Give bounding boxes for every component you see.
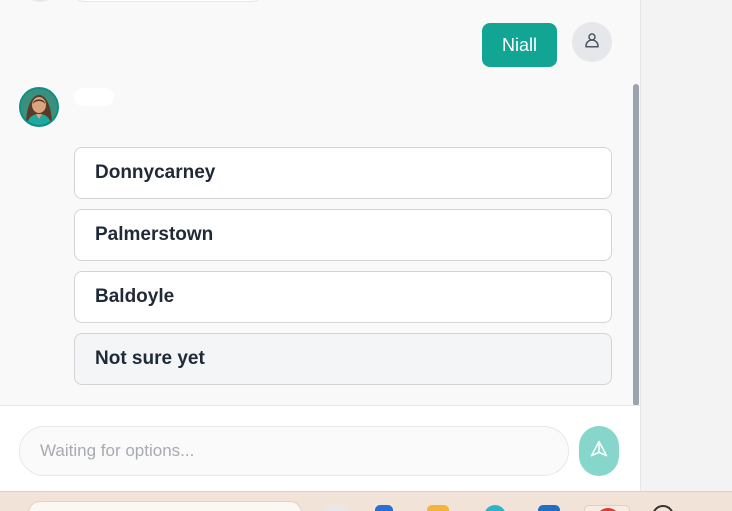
- option-label: Donnycarney: [95, 162, 216, 183]
- previous-message-avatar: [20, 0, 60, 2]
- option-button-donnycarney[interactable]: Donnycarney: [74, 147, 612, 199]
- right-gutter: [640, 0, 732, 491]
- option-button-baldoyle[interactable]: Baldoyle: [74, 271, 612, 323]
- assistant-avatar: [19, 87, 59, 127]
- send-button[interactable]: [579, 426, 619, 476]
- copilot-icon[interactable]: [652, 505, 674, 511]
- taskbar-search[interactable]: [28, 501, 302, 511]
- option-label: Not sure yet: [95, 348, 205, 369]
- send-icon: [589, 439, 609, 464]
- option-label: Baldoyle: [95, 286, 175, 307]
- user-avatar: [572, 22, 612, 62]
- person-icon: [583, 31, 601, 54]
- user-message-bubble: Niall: [482, 23, 557, 67]
- option-button-palmerstown[interactable]: Palmerstown: [74, 209, 612, 261]
- folder-icon[interactable]: [427, 505, 449, 511]
- user-message-text: Niall: [501, 34, 537, 55]
- store-icon[interactable]: [375, 505, 393, 511]
- taskbar: [0, 491, 732, 511]
- message-input[interactable]: [19, 426, 569, 476]
- chat-panel: Niall Donnycarney Palmerstown Baldoyle N…: [0, 0, 640, 491]
- assistant-message-bubble: [74, 88, 114, 106]
- outlook-icon[interactable]: [538, 505, 560, 511]
- scrollbar-thumb[interactable]: [633, 84, 639, 406]
- option-label: Palmerstown: [95, 224, 214, 245]
- active-app-tile[interactable]: [584, 505, 630, 511]
- previous-message-bubble: [74, 0, 262, 2]
- option-button-not-sure-yet[interactable]: Not sure yet: [74, 333, 612, 385]
- edge-icon[interactable]: [484, 505, 506, 511]
- explorer-icon[interactable]: [325, 505, 347, 511]
